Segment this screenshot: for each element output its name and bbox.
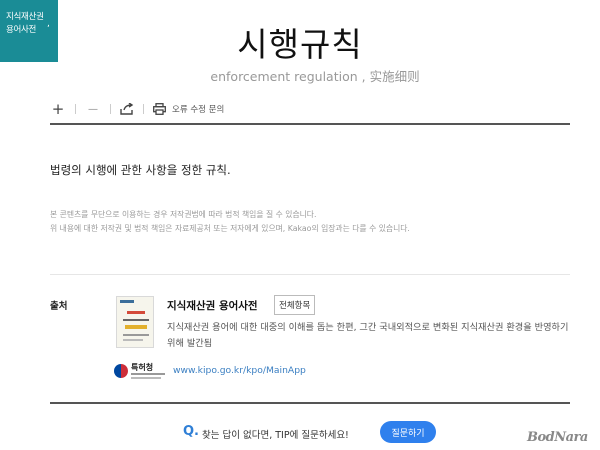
cover-stripe	[120, 300, 134, 303]
print-button[interactable]	[153, 99, 166, 119]
content-bottom-rule	[50, 402, 570, 404]
taegeuk-icon	[114, 364, 128, 378]
publisher-logo-text: 특허청	[131, 363, 154, 372]
toolbar-divider	[110, 104, 111, 114]
cover-stripe	[123, 339, 143, 341]
ask-question-button[interactable]: 질문하기	[380, 421, 436, 443]
dictionary-title[interactable]: 지식재산권 용어사전	[167, 298, 258, 313]
plus-icon: +	[51, 100, 65, 118]
toolbar-divider	[75, 104, 76, 114]
question-prompt: 찾는 답이 없다면, TIP에 질문하세요!	[202, 430, 349, 441]
content-top-rule	[50, 123, 570, 125]
cover-stripe	[123, 319, 149, 321]
share-button[interactable]	[120, 99, 134, 119]
cover-stripe	[127, 311, 145, 314]
watermark-logo: BodNara	[527, 430, 588, 445]
definition-text: 법령의 시행에 관한 사항을 정한 규칙.	[50, 163, 231, 177]
logo-subtext	[131, 373, 165, 375]
page-subtitle: enforcement regulation , 实施细则	[210, 69, 420, 84]
zoom-in-button[interactable]: +	[50, 99, 66, 119]
toolbar-divider	[143, 104, 144, 114]
publisher-logo: 특허청	[114, 362, 166, 382]
all-items-button[interactable]: 전체항목	[274, 295, 316, 315]
notice-line1: 본 콘텐츠를 무단으로 이용하는 경우 저작권법에 따라 법적 책임을 질 수 …	[50, 210, 317, 219]
notice-line2: 위 내용에 대한 저작권 및 법적 책임은 자료제공처 또는 저자에게 있으며,…	[50, 224, 410, 233]
report-error-link[interactable]: 오류 수정 문의	[172, 103, 224, 115]
logo-subtext	[131, 377, 161, 379]
toolbar: + — 오류 수정 문의	[50, 96, 570, 122]
question-mark-icon: Q.	[183, 424, 199, 439]
share-icon	[120, 100, 134, 119]
copyright-notice: 본 콘텐츠를 무단으로 이용하는 경우 저작권법에 따라 법적 책임을 질 수 …	[50, 208, 410, 236]
minus-icon: —	[88, 103, 98, 115]
print-icon	[153, 100, 166, 119]
dictionary-cover-image[interactable]	[116, 296, 154, 348]
cover-stripe	[123, 334, 149, 336]
dictionary-description: 지식재산권 용어에 대한 대중의 이해를 돕는 한편, 그간 국내외적으로 변화…	[167, 322, 569, 349]
publisher-link[interactable]: www.kipo.go.kr/kpo/MainApp	[173, 365, 306, 376]
zoom-out-button[interactable]: —	[85, 99, 101, 119]
source-label: 출처	[50, 301, 68, 312]
cover-stripe	[125, 325, 147, 329]
page-title: 시행규칙	[237, 25, 363, 64]
section-divider	[50, 274, 570, 275]
